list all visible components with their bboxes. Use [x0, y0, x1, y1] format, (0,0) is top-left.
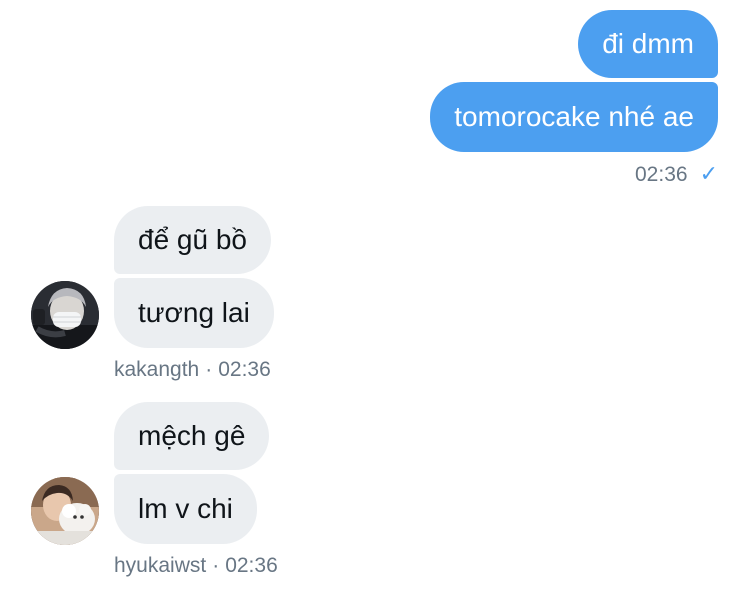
message-text: để gũ bồ — [138, 224, 247, 255]
incoming-message[interactable]: lm v chi — [114, 474, 257, 544]
outgoing-message-meta: 02:36 ✓ — [635, 162, 718, 187]
message-timestamp: 02:36 — [635, 162, 688, 186]
sent-check-icon: ✓ — [699, 162, 718, 187]
username[interactable]: kakangth — [114, 358, 199, 381]
incoming-message[interactable]: để gũ bồ — [114, 206, 271, 274]
message-text: mệch gê — [138, 420, 246, 451]
username[interactable]: hyukaiwst — [114, 554, 206, 577]
meta-separator: · — [205, 358, 213, 381]
message-timestamp: 02:36 — [218, 358, 271, 381]
outgoing-message[interactable]: tomorocake nhé ae — [430, 82, 718, 152]
message-text: tomorocake nhé ae — [454, 101, 694, 132]
message-text: lm v chi — [138, 493, 233, 524]
message-text: đi dmm — [602, 28, 694, 59]
user-avatar-icon[interactable] — [31, 281, 99, 349]
message-timestamp: 02:36 — [225, 554, 278, 577]
message-text: tương lai — [138, 297, 250, 328]
incoming-message[interactable]: tương lai — [114, 278, 274, 348]
incoming-message[interactable]: mệch gê — [114, 402, 270, 470]
outgoing-message[interactable]: đi dmm — [578, 10, 718, 78]
meta-separator: · — [212, 554, 220, 577]
user-avatar-icon[interactable] — [31, 477, 99, 545]
incoming-message-meta: hyukaiwst · 02:36 — [114, 554, 278, 578]
incoming-message-meta: kakangth · 02:36 — [114, 358, 271, 382]
